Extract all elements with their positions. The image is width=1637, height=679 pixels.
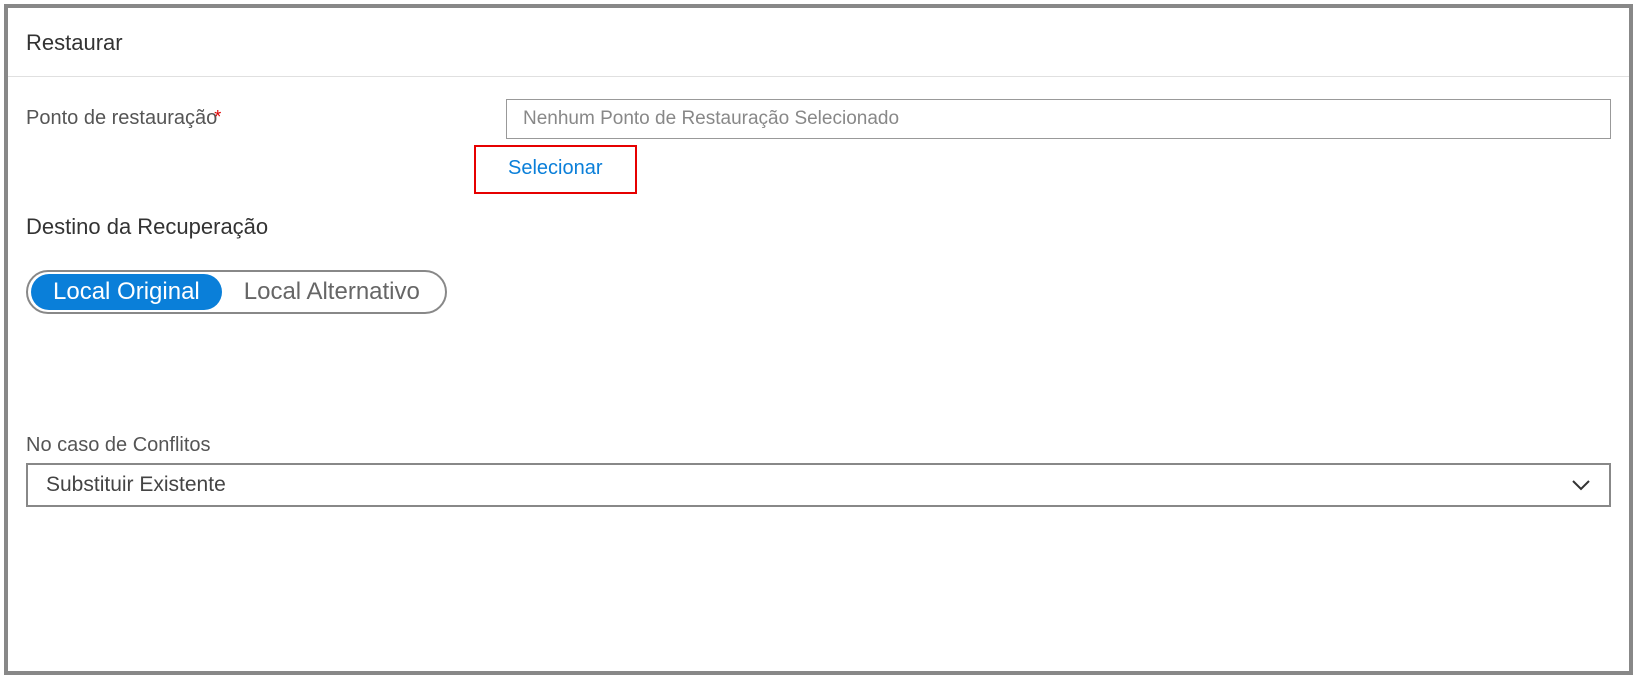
- conflicts-label: No caso de Conflitos: [26, 434, 1611, 457]
- restore-dialog: Restaurar Ponto de restauração* Nenhum P…: [4, 4, 1633, 675]
- dialog-title: Restaurar: [26, 30, 1611, 56]
- chevron-down-icon: [1571, 479, 1591, 491]
- conflicts-dropdown[interactable]: Substituir Existente: [26, 463, 1611, 507]
- restore-point-field-col: Nenhum Ponto de Restauração Selecionado …: [506, 99, 1611, 194]
- destination-original-option[interactable]: Local Original: [31, 274, 222, 310]
- dialog-header: Restaurar: [8, 8, 1629, 77]
- destination-toggle: Local Original Local Alternativo: [26, 270, 447, 314]
- restore-point-row: Ponto de restauração* Nenhum Ponto de Re…: [26, 99, 1611, 194]
- destination-alternative-option[interactable]: Local Alternativo: [222, 274, 442, 310]
- restore-point-placeholder: Nenhum Ponto de Restauração Selecionado: [523, 108, 899, 130]
- restore-point-input[interactable]: Nenhum Ponto de Restauração Selecionado: [506, 99, 1611, 139]
- select-link-highlight: Selecionar: [474, 145, 637, 194]
- select-restore-point-link[interactable]: Selecionar: [508, 157, 603, 179]
- required-asterisk-icon: *: [214, 107, 221, 127]
- destination-heading: Destino da Recuperação: [26, 214, 1611, 240]
- restore-point-label: Ponto de restauração: [26, 107, 217, 129]
- dialog-body: Ponto de restauração* Nenhum Ponto de Re…: [8, 77, 1629, 507]
- restore-point-label-col: Ponto de restauração*: [26, 99, 506, 130]
- conflicts-selected-value: Substituir Existente: [46, 473, 226, 497]
